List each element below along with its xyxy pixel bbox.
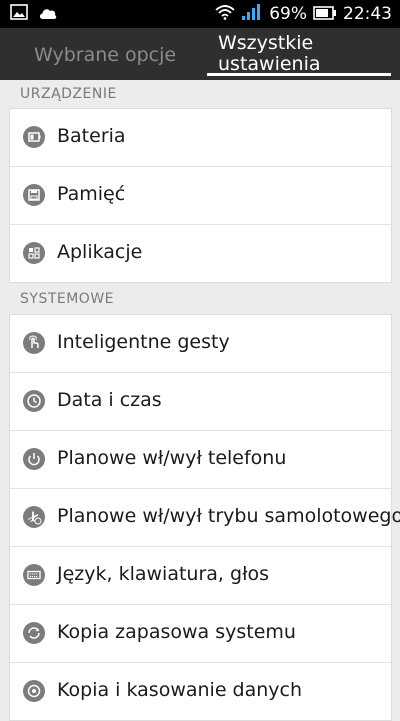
settings-item-battery[interactable]: Bateria [10,109,391,167]
settings-item-scheduled-power[interactable]: Planowe wł/wył telefonu [10,431,391,489]
settings-item-date-time[interactable]: Data i czas [10,373,391,431]
wifi-icon [215,4,235,24]
tab-label: Wszystkie ustawienia [218,32,321,75]
settings-item-label: Język, klawiatura, głos [57,563,269,585]
tab-bar: Wybrane opcje Wszystkie ustawienia [0,28,400,80]
section-header-system: SYSTEMOWE [20,291,115,307]
power-icon [23,448,45,470]
settings-card-device: Bateria Pamięć Aplikacje [9,108,392,283]
battery-icon [313,5,337,24]
settings-item-label: Data i czas [57,389,162,411]
settings-item-storage[interactable]: Pamięć [10,167,391,225]
airplane-clock-icon [23,506,45,528]
settings-item-label: Planowe wł/wył telefonu [57,447,287,469]
settings-item-label: Kopia i kasowanie danych [57,679,303,701]
tab-label: Wybrane opcje [34,44,177,66]
section-header-device: URZĄDZENIE [20,86,117,102]
settings-list[interactable]: URZĄDZENIE Bateria Pamięć Aplikacje SYST… [0,80,400,721]
status-bar: 69% 22:43 [0,0,400,28]
apps-icon [23,242,45,264]
tab-selected-options[interactable]: Wybrane opcje [0,28,200,80]
backup-sync-icon [23,622,45,644]
signal-icon [241,3,263,25]
storage-icon [23,184,45,206]
settings-item-backup-reset[interactable]: Kopia i kasowanie danych [10,663,391,720]
settings-item-label: Pamięć [57,183,126,205]
cloud-icon [38,5,58,24]
tab-all-settings[interactable]: Wszystkie ustawienia [200,28,400,80]
gesture-hand-icon [23,332,45,354]
settings-item-label: Kopia zapasowa systemu [57,621,296,643]
clock-time: 22:43 [343,4,392,24]
settings-item-language-keyboard[interactable]: Język, klawiatura, głos [10,547,391,605]
battery-icon [23,126,45,148]
settings-item-scheduled-airplane[interactable]: Planowe wł/wył trybu samolotowego [10,489,400,547]
clock-icon [23,390,45,412]
settings-item-label: Aplikacje [57,241,143,263]
settings-item-smart-gestures[interactable]: Inteligentne gesty [10,315,391,373]
battery-percent: 69% [269,4,307,24]
settings-item-label: Planowe wł/wył trybu samolotowego [57,505,400,527]
settings-item-label: Bateria [57,125,126,147]
tab-active-indicator [207,73,391,76]
settings-item-system-backup[interactable]: Kopia zapasowa systemu [10,605,391,663]
image-icon [10,4,28,24]
reset-icon [23,680,45,702]
keyboard-icon [23,564,45,586]
settings-item-apps[interactable]: Aplikacje [10,225,391,282]
settings-item-label: Inteligentne gesty [57,331,230,353]
settings-card-system: Inteligentne gesty Data i czas Planowe w… [9,314,400,721]
